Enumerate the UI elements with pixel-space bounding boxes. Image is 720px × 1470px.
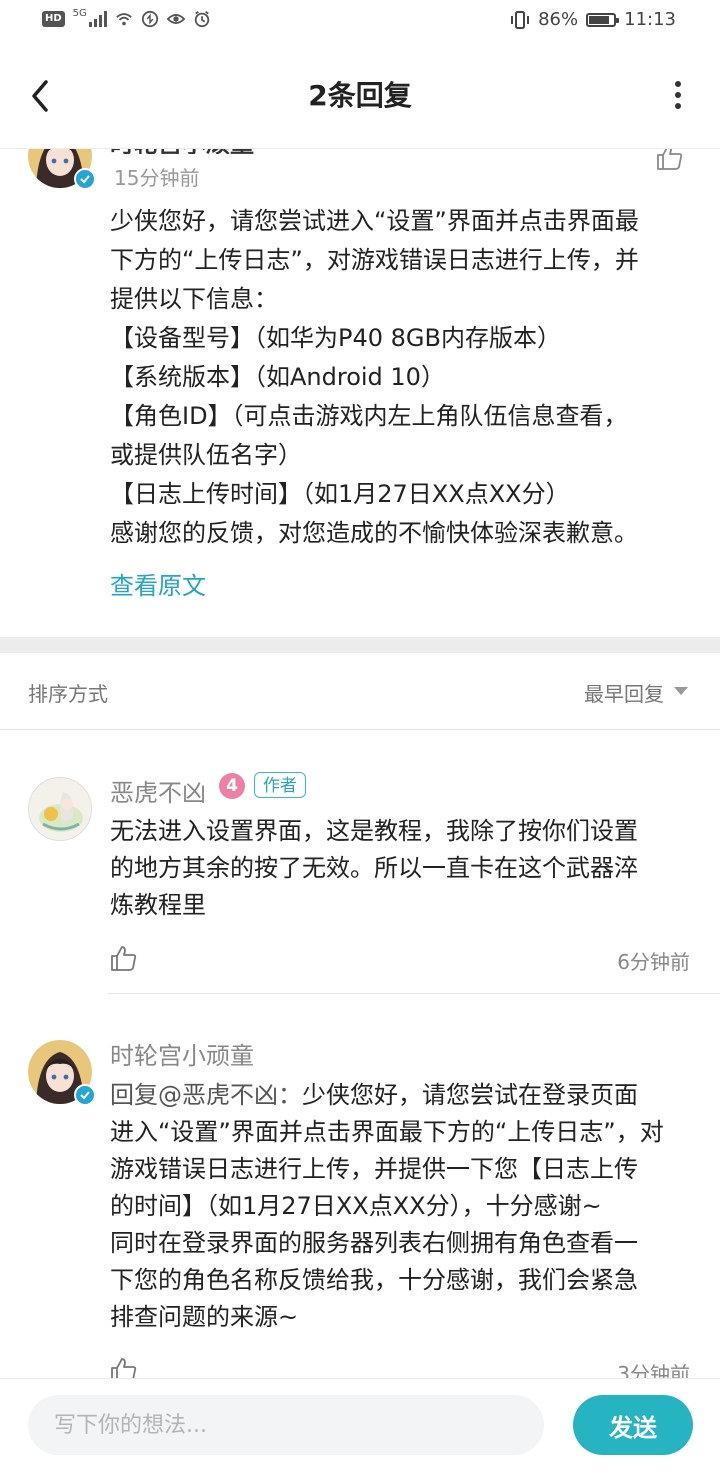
battery-level bbox=[589, 15, 609, 24]
avatar[interactable] bbox=[28, 1040, 96, 1106]
body-line: 感谢您的反馈，对您造成的不愉快体验深表歉意。 bbox=[110, 519, 638, 547]
body-line: 或提供队伍名字） bbox=[110, 441, 302, 469]
battery-icon bbox=[586, 12, 620, 27]
body-line: 炼教程里 bbox=[110, 891, 206, 919]
more-vertical-icon[interactable] bbox=[674, 80, 682, 110]
status-bar: HD 5G 86% 11:13 bbox=[0, 0, 720, 44]
status-left: HD 5G bbox=[42, 7, 211, 28]
sort-bar: 排序方式 最早回复 bbox=[0, 653, 720, 730]
body-line: 少侠您好，请您尝试进入“设置”界面并点击界面最 bbox=[110, 207, 639, 235]
author-tag: 作者 bbox=[254, 772, 306, 798]
reply-author-name[interactable]: 时轮宫小顽童 bbox=[110, 1036, 254, 1071]
body-line: 无法进入设置界面，这是教程，我除了按你们设置 bbox=[110, 817, 638, 845]
comment-body: 少侠您好，请您尝试进入“设置”界面并点击界面最 下方的“上传日志”，对游戏错误日志… bbox=[110, 202, 680, 553]
clock: 11:13 bbox=[624, 9, 676, 30]
data-saver-icon bbox=[141, 10, 158, 28]
status-right: 86% 11:13 bbox=[510, 9, 676, 30]
thumbs-up-icon[interactable] bbox=[108, 943, 138, 973]
send-button[interactable]: 发送 bbox=[573, 1395, 693, 1455]
vibrate-icon bbox=[511, 10, 530, 29]
level-badge: 4 bbox=[219, 773, 245, 799]
page-title: 2条回复 bbox=[308, 79, 412, 112]
reply-line: 少侠您好，请您尝试在登录页面 bbox=[302, 1081, 638, 1109]
body-line: 【系统版本】（如Android 10） bbox=[110, 363, 445, 391]
comment-input[interactable] bbox=[28, 1395, 544, 1455]
hd-badge: HD bbox=[42, 11, 65, 27]
chevron-down-icon[interactable] bbox=[674, 687, 688, 695]
reply-body: 回复@恶虎不凶：少侠您好，请您尝试在登录页面 进入“设置”界面并点击界面最下方的… bbox=[110, 1077, 690, 1336]
alarm-icon bbox=[194, 11, 209, 28]
sort-dropdown[interactable]: 最早回复 bbox=[584, 678, 664, 707]
reply-line: 下您的角色名称反馈给我，十分感谢，我们会紧急 bbox=[110, 1266, 638, 1294]
avatar[interactable] bbox=[28, 777, 92, 841]
verified-icon bbox=[74, 1084, 96, 1106]
section-gap bbox=[0, 637, 720, 653]
reply-line: 的时间】（如1月27日XX点XX分），十分感谢~ bbox=[110, 1192, 602, 1220]
body-line: 的地方其余的按了无效。所以一直卡在这个武器淬 bbox=[110, 854, 638, 882]
reply-author-name[interactable]: 恶虎不凶 bbox=[110, 773, 206, 808]
body-line: 【日志上传时间】（如1月27日XX点XX分） bbox=[110, 480, 570, 508]
comment-composer: 发送 bbox=[0, 1378, 720, 1470]
body-line: 【角色ID】（可点击游戏内左上角队伍信息查看， bbox=[110, 402, 628, 430]
reply-line: 同时在登录界面的服务器列表右侧拥有角色查看一 bbox=[110, 1229, 638, 1257]
view-original-link[interactable]: 查看原文 bbox=[110, 566, 206, 601]
signal-icon bbox=[88, 11, 107, 27]
avatar-image bbox=[28, 777, 92, 841]
body-line: 【设备型号】（如华为P40 8GB内存版本） bbox=[110, 324, 561, 352]
battery-percent: 86% bbox=[538, 9, 579, 30]
sort-label: 排序方式 bbox=[28, 682, 108, 706]
comment-time: 15分钟前 bbox=[114, 166, 200, 190]
wifi-icon bbox=[116, 13, 132, 26]
reply-line: 进入“设置”界面并点击界面最下方的“上传日志”，对 bbox=[110, 1118, 664, 1146]
body-line: 下方的“上传日志”，对游戏错误日志进行上传，并 bbox=[110, 246, 639, 274]
reply-line: 游戏错误日志进行上传，并提供一下您【日志上传 bbox=[110, 1155, 638, 1183]
reply-body: 无法进入设置界面，这是教程，我除了按你们设置 的地方其余的按了无效。所以一直卡在这… bbox=[110, 813, 690, 924]
verified-icon bbox=[74, 168, 96, 190]
divider bbox=[108, 993, 720, 994]
reply-line: 排查问题的来源~ bbox=[110, 1303, 299, 1331]
eye-icon bbox=[166, 14, 185, 24]
body-line: 提供以下信息： bbox=[110, 285, 278, 313]
nav-bar: 2条回复 bbox=[0, 44, 720, 149]
network-label: 5G bbox=[72, 7, 87, 19]
reply-mention[interactable]: 回复@恶虎不凶： bbox=[110, 1081, 302, 1109]
reply-time: 6分钟前 bbox=[617, 950, 690, 974]
